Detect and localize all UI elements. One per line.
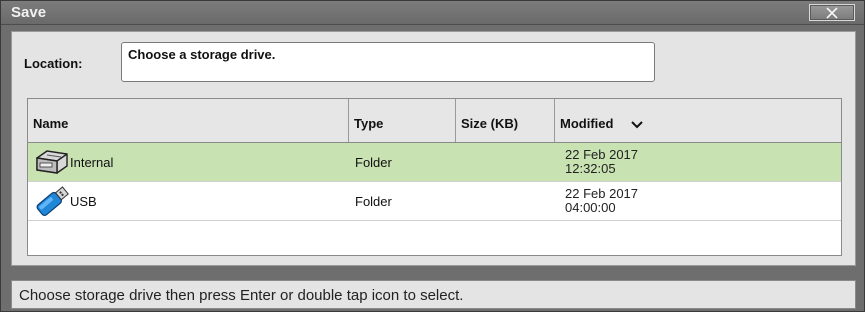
location-field[interactable]: Choose a storage drive. — [121, 42, 655, 82]
column-label: Modified — [560, 116, 614, 131]
row-time: 04:00:00 — [565, 200, 616, 215]
content-panel: Location: Choose a storage drive. Name T… — [11, 31, 856, 266]
column-header-name[interactable]: Name — [28, 99, 349, 142]
row-type: Folder — [355, 194, 392, 209]
table-row[interactable]: Internal Folder 22 Feb 2017 12:32:05 — [28, 143, 841, 182]
column-header-type[interactable]: Type — [349, 99, 456, 142]
close-button[interactable] — [809, 4, 855, 21]
status-bar: Choose storage drive then press Enter or… — [11, 280, 856, 309]
hard-drive-icon — [36, 150, 68, 174]
save-dialog: Save Location: Choose a storage drive. N… — [0, 0, 865, 312]
dialog-title: Save — [11, 4, 47, 21]
file-table: Name Type Size (KB) Modified Internal Fo… — [27, 98, 842, 256]
row-type: Folder — [355, 155, 392, 170]
table-header: Name Type Size (KB) Modified — [28, 99, 841, 143]
close-x-icon — [826, 6, 838, 19]
column-header-size[interactable]: Size (KB) — [456, 99, 555, 142]
row-modified: 22 Feb 2017 12:32:05 — [565, 148, 638, 176]
usb-drive-icon — [36, 186, 69, 217]
row-modified: 22 Feb 2017 04:00:00 — [565, 187, 638, 215]
title-bar[interactable]: Save — [1, 1, 864, 25]
row-name: USB — [70, 194, 97, 209]
location-label: Location: — [24, 56, 83, 71]
row-time: 12:32:05 — [565, 161, 616, 176]
row-name: Internal — [70, 155, 114, 170]
row-date: 22 Feb 2017 — [565, 147, 639, 162]
column-label: Name — [33, 116, 69, 131]
column-label: Type — [354, 116, 384, 131]
row-date: 22 Feb 2017 — [565, 186, 639, 201]
column-label: Size (KB) — [461, 116, 519, 131]
column-header-modified[interactable]: Modified — [555, 99, 841, 142]
table-row[interactable]: USB Folder 22 Feb 2017 04:00:00 — [28, 182, 841, 221]
chevron-down-icon — [631, 120, 643, 128]
